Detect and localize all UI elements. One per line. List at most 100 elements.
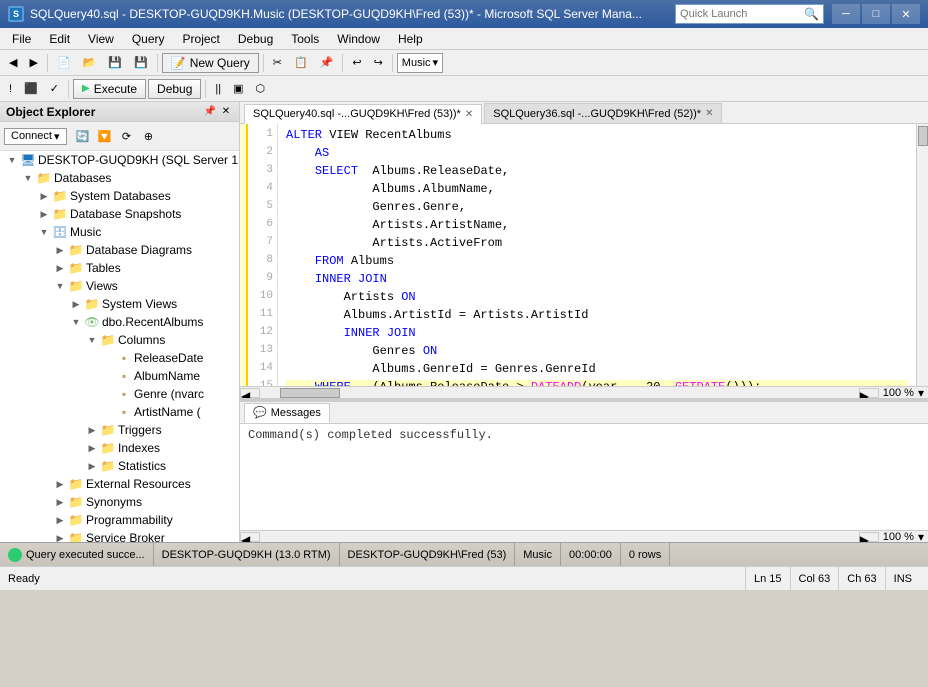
tab-tab2[interactable]: SQLQuery36.sql -...GUQD9KH\Fred (52))*✕ xyxy=(484,103,722,123)
pin-button[interactable]: 📌 xyxy=(203,105,217,119)
forward-button[interactable]: ▶ xyxy=(24,52,42,74)
redo-button[interactable]: ↪ xyxy=(369,52,388,74)
expand-icon[interactable]: ▶ xyxy=(52,242,68,258)
tab-tab1[interactable]: SQLQuery40.sql -...GUQD9KH\Fred (53))*✕ xyxy=(244,104,482,124)
results-scroll-right[interactable]: ▶ xyxy=(859,532,879,542)
tree-item-programmability[interactable]: ▶📁Programmability xyxy=(0,511,239,529)
new-query-button[interactable]: 📝 New Query xyxy=(162,53,259,73)
panel-close-button[interactable]: ✕ xyxy=(219,105,233,119)
tab-close-icon[interactable]: ✕ xyxy=(465,109,473,120)
toolbar-icon-3[interactable]: 💾 xyxy=(103,52,127,74)
tree-item-db-snapshots[interactable]: ▶📁Database Snapshots xyxy=(0,205,239,223)
copy-button[interactable]: 📋 xyxy=(289,52,313,74)
tree-item-columns[interactable]: ▼📁Columns xyxy=(0,331,239,349)
expand-icon[interactable]: ▶ xyxy=(52,512,68,528)
tree-item-system-dbs[interactable]: ▶📁System Databases xyxy=(0,187,239,205)
menu-item-tools[interactable]: Tools xyxy=(283,28,327,49)
minimize-button[interactable]: ─ xyxy=(832,4,860,24)
tree-item-col-releasedate[interactable]: ▪ReleaseDate xyxy=(0,349,239,367)
menu-item-window[interactable]: Window xyxy=(329,28,388,49)
scroll-right-btn[interactable]: ▶ xyxy=(859,388,879,398)
tree-item-col-artistname[interactable]: ▪ArtistName ( xyxy=(0,403,239,421)
expand-icon[interactable] xyxy=(100,350,116,366)
tree-item-tables[interactable]: ▶📁Tables xyxy=(0,259,239,277)
menu-item-view[interactable]: View xyxy=(80,28,122,49)
query-btn-3[interactable]: || xyxy=(210,78,226,100)
expand-icon[interactable]: ▶ xyxy=(68,296,84,312)
expand-icon[interactable]: ▶ xyxy=(52,476,68,492)
menu-item-debug[interactable]: Debug xyxy=(230,28,281,49)
close-button[interactable]: ✕ xyxy=(892,4,920,24)
tree-item-server[interactable]: ▼🖥DESKTOP-GUQD9KH (SQL Server 1 xyxy=(0,151,239,169)
menu-item-file[interactable]: File xyxy=(4,28,39,49)
expand-icon[interactable]: ▶ xyxy=(52,260,68,276)
undo-button[interactable]: ↩ xyxy=(347,52,366,74)
expand-icon[interactable] xyxy=(100,404,116,420)
back-button[interactable]: ◀ xyxy=(4,52,22,74)
query-btn-5[interactable]: ⬡ xyxy=(251,78,271,100)
tree-item-col-genre[interactable]: ▪Genre (nvarc xyxy=(0,385,239,403)
menu-item-query[interactable]: Query xyxy=(124,28,173,49)
tree-item-db-diagrams[interactable]: ▶📁Database Diagrams xyxy=(0,241,239,259)
tree-item-external-resources[interactable]: ▶📁External Resources xyxy=(0,475,239,493)
collapse-icon[interactable]: ▼ xyxy=(84,332,100,348)
oe-sync-button[interactable]: ⟳ xyxy=(117,126,137,146)
quick-launch-input[interactable] xyxy=(680,8,800,20)
collapse-icon[interactable]: ▼ xyxy=(4,152,20,168)
tab-close-icon[interactable]: ✕ xyxy=(705,108,713,119)
query-icon-2[interactable]: ⬛ xyxy=(19,78,43,100)
expand-icon[interactable]: ▶ xyxy=(84,440,100,456)
paste-button[interactable]: 📌 xyxy=(315,52,339,74)
results-tab[interactable]: 💬Messages xyxy=(244,403,330,423)
collapse-icon[interactable]: ▼ xyxy=(52,278,68,294)
database-dropdown[interactable]: Music ▾ xyxy=(397,53,443,73)
editor-scrollbar[interactable] xyxy=(916,124,928,386)
expand-icon[interactable]: ▶ xyxy=(84,458,100,474)
tree-item-service-broker[interactable]: ▶📁Service Broker xyxy=(0,529,239,542)
toolbar-icon-2[interactable]: 📂 xyxy=(78,52,102,74)
expand-icon[interactable] xyxy=(100,368,116,384)
maximize-button[interactable]: □ xyxy=(862,4,890,24)
collapse-icon[interactable]: ▼ xyxy=(20,170,36,186)
expand-icon[interactable]: ▶ xyxy=(36,188,52,204)
editor-scrollbar-h[interactable]: ◀ ▶ 100 % ▾ xyxy=(240,386,928,398)
toolbar-icon-4[interactable]: 💾 xyxy=(129,52,153,74)
menu-item-project[interactable]: Project xyxy=(175,28,228,49)
tree-item-dbo-recentalbums[interactable]: ▼👁dbo.RecentAlbums xyxy=(0,313,239,331)
scroll-left-btn[interactable]: ◀ xyxy=(240,388,260,398)
expand-icon[interactable] xyxy=(100,386,116,402)
tree-item-music-db[interactable]: ▼🗄Music xyxy=(0,223,239,241)
toolbar-icon-1[interactable]: 📄 xyxy=(52,52,76,74)
oe-filter-button[interactable]: 🔽 xyxy=(95,126,115,146)
query-btn-4[interactable]: ▣ xyxy=(228,78,248,100)
connect-button[interactable]: Connect ▾ xyxy=(4,128,67,145)
menu-item-help[interactable]: Help xyxy=(390,28,431,49)
tree-item-views[interactable]: ▼📁Views xyxy=(0,277,239,295)
expand-icon[interactable]: ▶ xyxy=(36,206,52,222)
tree-item-system-views[interactable]: ▶📁System Views xyxy=(0,295,239,313)
results-scrollbar[interactable]: ◀ ▶ 100 % ▾ xyxy=(240,530,928,542)
tree-item-synonyms[interactable]: ▶📁Synonyms xyxy=(0,493,239,511)
collapse-icon[interactable]: ▼ xyxy=(36,224,52,240)
tree-item-col-albumname[interactable]: ▪AlbumName xyxy=(0,367,239,385)
collapse-icon[interactable]: ▼ xyxy=(68,314,84,330)
expand-icon[interactable]: ▶ xyxy=(84,422,100,438)
execute-button[interactable]: ▶ Execute xyxy=(73,79,146,99)
debug-button[interactable]: Debug xyxy=(148,79,201,99)
expand-icon[interactable]: ▶ xyxy=(52,530,68,542)
oe-refresh-button[interactable]: 🔄 xyxy=(73,126,93,146)
expand-icon[interactable]: ▶ xyxy=(52,494,68,510)
query-icon-3[interactable]: ✓ xyxy=(45,78,64,100)
oe-new-button[interactable]: ⊕ xyxy=(139,126,159,146)
cut-button[interactable]: ✂ xyxy=(268,52,287,74)
code-editor[interactable]: 123456789101112131415 ALTER VIEW RecentA… xyxy=(240,124,928,386)
query-icon-1[interactable]: ! xyxy=(4,78,17,100)
results-scroll-left[interactable]: ◀ xyxy=(240,532,260,542)
quick-launch-search[interactable]: 🔍 xyxy=(675,4,824,24)
menu-item-edit[interactable]: Edit xyxy=(41,28,78,49)
code-content[interactable]: ALTER VIEW RecentAlbums AS SELECT Albums… xyxy=(278,124,916,386)
tree-item-statistics[interactable]: ▶📁Statistics xyxy=(0,457,239,475)
tree-item-databases[interactable]: ▼📁Databases xyxy=(0,169,239,187)
tree-item-indexes[interactable]: ▶📁Indexes xyxy=(0,439,239,457)
tree-item-triggers[interactable]: ▶📁Triggers xyxy=(0,421,239,439)
